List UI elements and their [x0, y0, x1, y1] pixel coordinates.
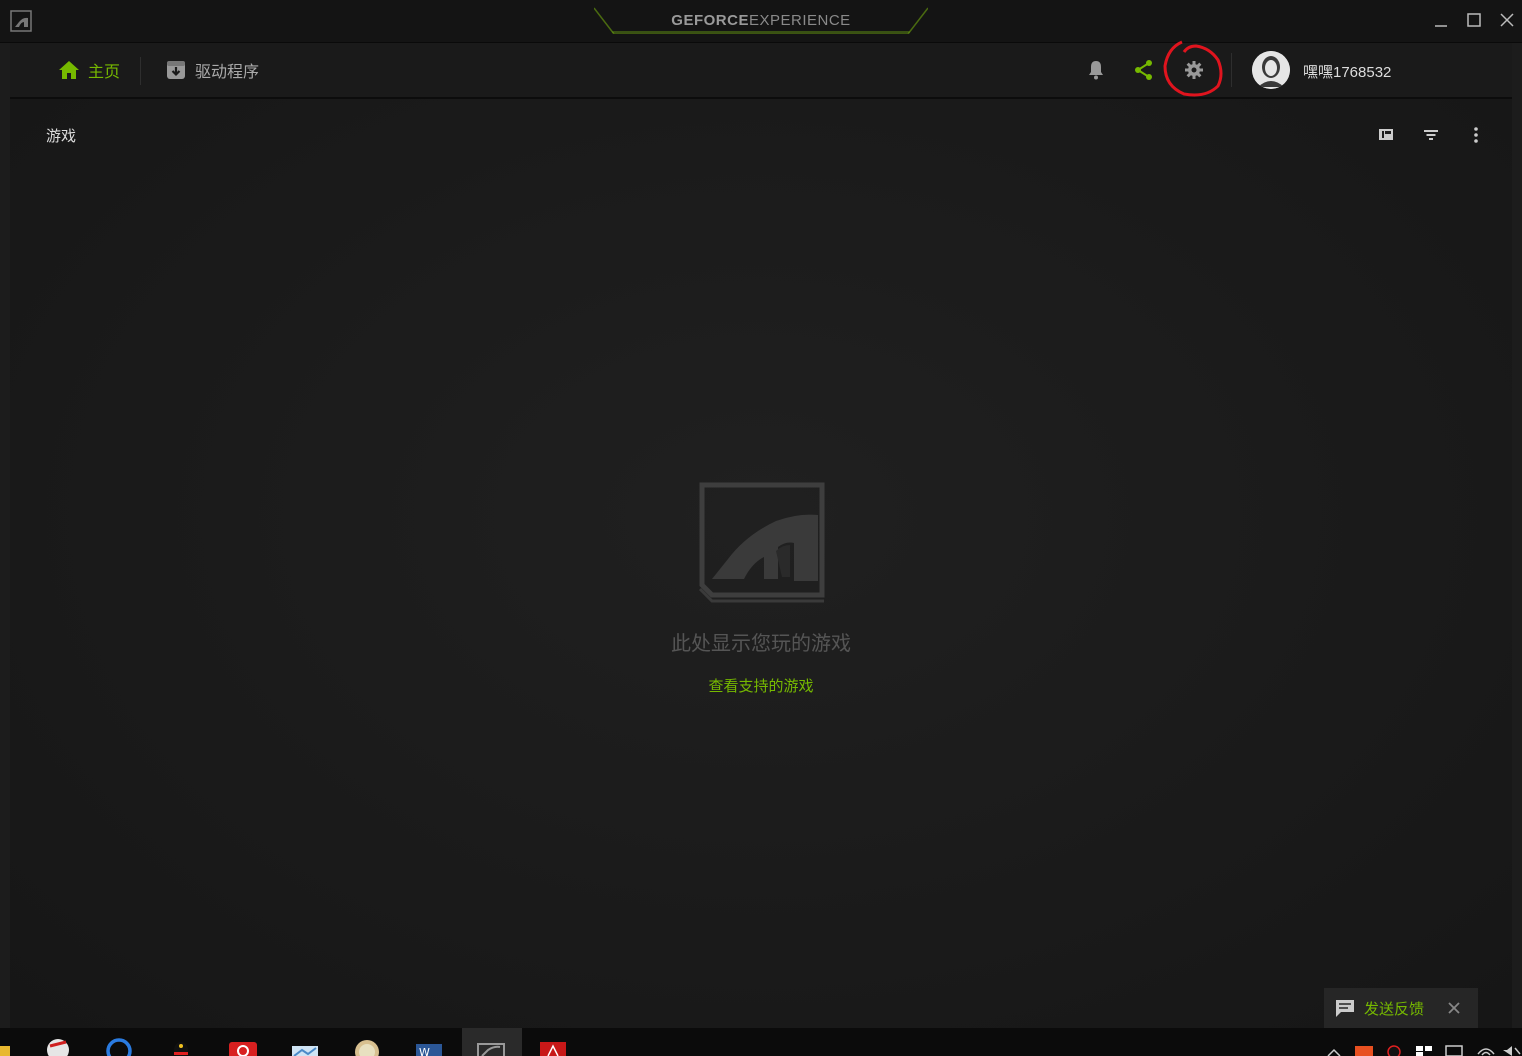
notification-bell-icon[interactable]: [1084, 58, 1108, 82]
word-icon[interactable]: W: [414, 1032, 444, 1056]
game-app-icon[interactable]: [352, 1032, 382, 1056]
nav-divider: [140, 57, 141, 85]
nav-home-tab[interactable]: 主页: [58, 58, 120, 82]
nvidia-placeholder-logo-icon: [698, 482, 825, 603]
brand-title: GEFORCEEXPERIENCE: [594, 12, 928, 29]
send-feedback-button[interactable]: 发送反馈: [1364, 998, 1424, 1019]
more-options-icon[interactable]: [1466, 125, 1486, 145]
app-window: GEFORCEEXPERIENCE 主页 驱动程序 嘿嘿1768532 游戏 此…: [0, 0, 1522, 1028]
brand-light: EXPERIENCE: [748, 12, 851, 29]
feedback-close-icon[interactable]: [1446, 1000, 1462, 1016]
empty-state-message: 此处显示您玩的游戏: [671, 631, 851, 655]
nav-bar: 主页 驱动程序 嘿嘿1768532: [10, 43, 1512, 99]
cortana-icon[interactable]: [104, 1032, 134, 1056]
section-title: 游戏: [46, 127, 77, 145]
tray-sogou-icon[interactable]: [1352, 1032, 1376, 1056]
drivers-icon: [167, 61, 185, 79]
tray-volume-icon[interactable]: [1500, 1032, 1522, 1056]
annotation-circle-icon: [1163, 40, 1223, 97]
layout-view-icon[interactable]: [1376, 125, 1396, 145]
tray-wifi-icon[interactable]: [1474, 1032, 1498, 1056]
user-avatar[interactable]: [1252, 51, 1290, 89]
maximize-icon[interactable]: [1463, 10, 1485, 32]
username[interactable]: 嘿嘿1768532: [1303, 61, 1391, 82]
pdf-reader-icon[interactable]: [538, 1032, 568, 1056]
feedback-chat-icon[interactable]: [1334, 997, 1356, 1019]
games-content-area: 游戏 此处显示您玩的游戏 查看支持的游戏 发送反馈: [10, 99, 1512, 1028]
geforce-taskbar-icon[interactable]: [476, 1032, 506, 1056]
folder-icon[interactable]: [0, 1032, 10, 1056]
nav-drivers-tab[interactable]: 驱动程序: [165, 58, 259, 82]
home-icon: [59, 61, 79, 79]
tray-chevron-up-icon[interactable]: [1322, 1032, 1346, 1056]
avatar-silhouette-icon: [1252, 51, 1290, 89]
nav-drivers-label: 驱动程序: [195, 62, 260, 81]
minimize-icon[interactable]: [1430, 10, 1452, 32]
tray-windows-icon[interactable]: [1412, 1032, 1436, 1056]
svg-text:W: W: [419, 1046, 430, 1056]
photos-icon[interactable]: [290, 1032, 320, 1056]
tray-qq-icon[interactable]: [1382, 1032, 1406, 1056]
close-icon[interactable]: [1496, 10, 1518, 32]
brand-banner: GEFORCEEXPERIENCE: [594, 6, 928, 34]
taskbar: W: [0, 1028, 1522, 1056]
user-divider: [1231, 53, 1232, 87]
feedback-panel: 发送反馈: [1324, 988, 1478, 1028]
share-icon[interactable]: [1132, 58, 1156, 82]
netease-music-icon[interactable]: [228, 1032, 258, 1056]
satellite-app-icon[interactable]: [44, 1032, 74, 1056]
brand-strong: GEFORCE: [671, 12, 749, 29]
nvidia-logo-icon[interactable]: [10, 10, 32, 32]
nav-home-label: 主页: [88, 62, 121, 81]
view-supported-games-link[interactable]: 查看支持的游戏: [10, 675, 1512, 696]
title-bar: GEFORCEEXPERIENCE: [0, 0, 1522, 43]
filter-icon[interactable]: [1421, 125, 1441, 145]
tray-display-icon[interactable]: [1442, 1032, 1466, 1056]
qq-icon[interactable]: [166, 1032, 196, 1056]
